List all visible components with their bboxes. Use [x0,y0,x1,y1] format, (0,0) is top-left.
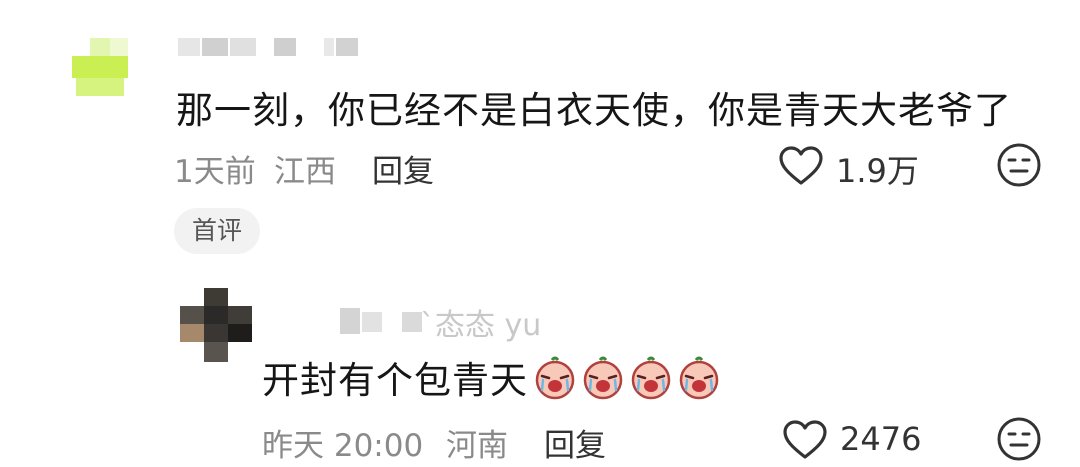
avatar[interactable] [72,38,128,96]
first-comment-badge: 首评 [174,208,260,254]
like-button[interactable]: 1.9万 [778,144,928,190]
comment-time: 1天前 [174,154,256,190]
neutral-face-icon [997,143,1041,187]
reply-avatar[interactable] [180,288,252,362]
comment-text: 那一刻，你已经不是白衣天使，你是青天大老爷了 [176,89,1012,132]
username[interactable] [178,38,368,56]
crying-face-sticker-icon [583,356,623,400]
reply-location: 河南 [446,428,508,464]
like-count: 1.9万 [836,152,919,190]
reply-emoji-group [532,354,722,400]
dislike-button[interactable] [996,142,1042,188]
reply-username[interactable]: ˋ态态 yu [420,300,541,344]
reply-time: 昨天 20:00 [262,428,424,464]
neutral-face-icon [997,417,1041,461]
reply-text-row: 开封有个包青天 [262,350,722,404]
reply-button[interactable]: 回复 [372,146,434,191]
heart-outline-icon [783,420,827,459]
reply-like-count: 2476 [840,420,922,458]
crying-face-sticker-icon [679,356,719,400]
reply-text: 开封有个包青天 [262,359,528,402]
reply-like-button[interactable]: 2476 [782,418,932,462]
crying-face-sticker-icon [535,356,575,400]
heart-outline-icon [779,146,823,185]
reply-dislike-button[interactable] [996,416,1042,462]
crying-face-sticker-icon [631,356,671,400]
reply-reply-button[interactable]: 回复 [544,420,606,465]
comment-location: 江西 [274,154,336,190]
